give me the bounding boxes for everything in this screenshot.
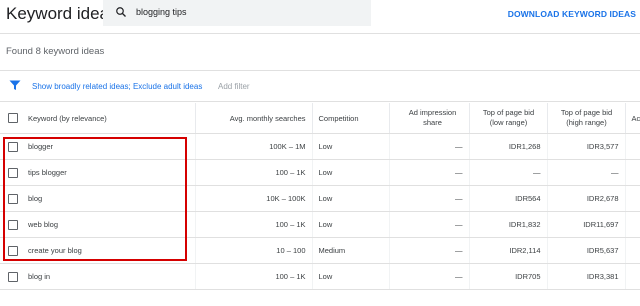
bid-low-cell: IDR2,114 xyxy=(469,237,548,264)
impression-cell: — xyxy=(389,159,470,186)
column-header-label: Top of page bid (low range) xyxy=(482,108,535,127)
competition-cell: Low xyxy=(312,133,390,160)
column-header-label: Ad impression share xyxy=(408,108,457,127)
search-query[interactable]: blogging tips xyxy=(136,7,187,17)
column-header-keyword[interactable]: Keyword (by relevance) xyxy=(22,103,196,134)
add-filter-button[interactable]: Add filter xyxy=(218,82,250,91)
bid-high-cell: IDR3,381 xyxy=(547,263,626,290)
bid-low-cell: — xyxy=(469,159,548,186)
account-cell xyxy=(625,237,640,264)
divider xyxy=(0,33,640,34)
searches-cell: 100 – 1K xyxy=(195,159,313,186)
column-header-searches[interactable]: Avg. monthly searches xyxy=(195,103,313,134)
account-cell xyxy=(625,133,640,160)
column-header-label: Top of page bid (high range) xyxy=(560,108,613,127)
impression-cell: — xyxy=(389,133,470,160)
competition-cell: Low xyxy=(312,159,390,186)
searches-cell: 10 – 100 xyxy=(195,237,313,264)
bid-high-cell: IDR3,577 xyxy=(547,133,626,160)
column-header-bid-high[interactable]: Top of page bid (high range) xyxy=(547,103,626,134)
filter-icon[interactable] xyxy=(9,80,21,91)
bid-high-cell: IDR11,697 xyxy=(547,211,626,238)
column-header-competition[interactable]: Competition xyxy=(312,103,390,134)
column-header-account-status[interactable]: Acc xyxy=(625,103,640,134)
account-cell xyxy=(625,159,640,186)
divider xyxy=(0,70,640,71)
bid-low-cell: IDR564 xyxy=(469,185,548,212)
searches-cell: 100 – 1K xyxy=(195,263,313,290)
search-input[interactable]: blogging tips xyxy=(103,0,371,26)
account-cell xyxy=(625,263,640,290)
divider xyxy=(0,101,640,102)
impression-cell: — xyxy=(389,211,470,238)
table-header-row: Keyword (by relevance) Avg. monthly sear… xyxy=(0,103,640,134)
impression-cell: — xyxy=(389,263,470,290)
competition-cell: Low xyxy=(312,185,390,212)
bid-low-cell: IDR1,832 xyxy=(469,211,548,238)
searches-cell: 100K – 1M xyxy=(195,133,313,160)
select-all-checkbox[interactable] xyxy=(0,103,22,134)
searches-cell: 10K – 100K xyxy=(195,185,313,212)
filter-bar: Show broadly related ideas; Exclude adul… xyxy=(0,72,640,100)
impression-cell: — xyxy=(389,237,470,264)
table-row: blog in 100 – 1K Low — IDR705 IDR3,381 xyxy=(0,263,640,290)
download-keyword-ideas-button[interactable]: DOWNLOAD KEYWORD IDEAS xyxy=(508,9,636,19)
bid-high-cell: IDR2,678 xyxy=(547,185,626,212)
bid-high-cell: — xyxy=(547,159,626,186)
bid-low-cell: IDR1,268 xyxy=(469,133,548,160)
account-cell xyxy=(625,185,640,212)
top-bar: Keyword ideas blogging tips DOWNLOAD KEY… xyxy=(0,0,640,33)
row-checkbox[interactable] xyxy=(0,263,22,290)
active-filters-link[interactable]: Show broadly related ideas; Exclude adul… xyxy=(32,82,202,91)
competition-cell: Medium xyxy=(312,237,390,264)
keyword-cell: blog in xyxy=(22,263,196,290)
column-header-impression-share[interactable]: Ad impression share xyxy=(389,103,470,134)
bid-high-cell: IDR5,637 xyxy=(547,237,626,264)
competition-cell: Low xyxy=(312,211,390,238)
results-count: Found 8 keyword ideas xyxy=(6,46,105,57)
search-icon xyxy=(116,7,126,17)
highlight-annotation-box xyxy=(3,137,187,261)
column-header-bid-low[interactable]: Top of page bid (low range) xyxy=(469,103,548,134)
competition-cell: Low xyxy=(312,263,390,290)
searches-cell: 100 – 1K xyxy=(195,211,313,238)
bid-low-cell: IDR705 xyxy=(469,263,548,290)
impression-cell: — xyxy=(389,185,470,212)
account-cell xyxy=(625,211,640,238)
page-title: Keyword ideas xyxy=(6,4,118,23)
